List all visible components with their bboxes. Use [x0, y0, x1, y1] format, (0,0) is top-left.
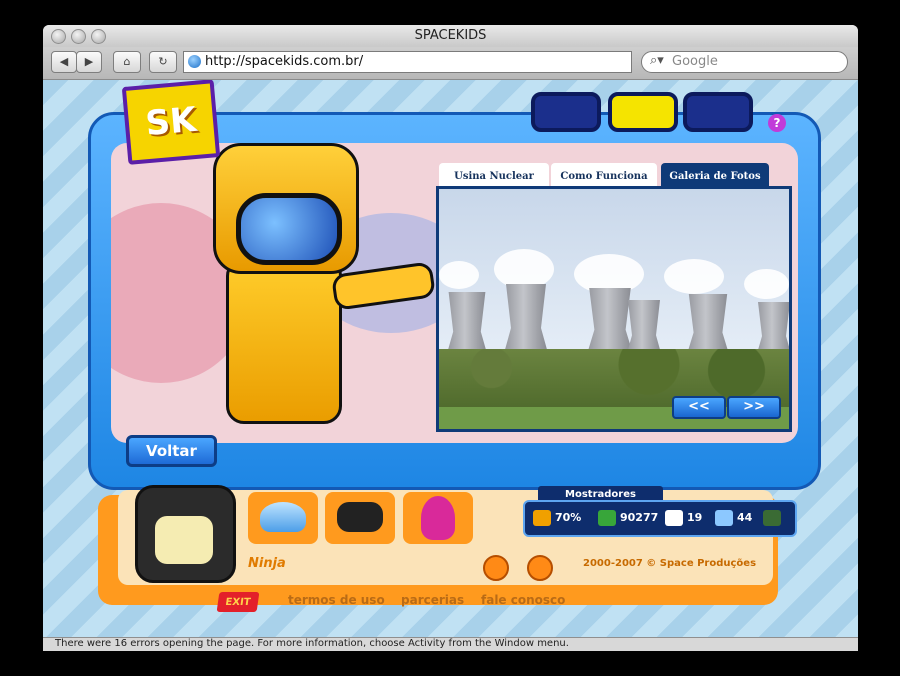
- briefcase-icon[interactable]: [483, 555, 509, 581]
- spacekids-logo[interactable]: SK: [121, 80, 221, 165]
- device-screen: Usina Nuclear Como Funciona Galeria de F…: [111, 143, 798, 443]
- tab-galeria-de-fotos[interactable]: Galeria de Fotos: [661, 163, 769, 187]
- energy-value: 70%: [555, 511, 582, 524]
- mail-icon: [665, 510, 683, 526]
- exit-button[interactable]: EXIT: [216, 592, 260, 612]
- item-slot[interactable]: [403, 492, 473, 544]
- window-title: SPACEKIDS: [414, 28, 487, 43]
- money-stat: 90277: [598, 508, 658, 528]
- energy-stat: 70%: [533, 508, 581, 528]
- browser-window: SPACEKIDS ◀ ▶ ⌂ ↻ http://spacekids.com.b…: [43, 25, 858, 651]
- avatar-face: [155, 516, 213, 564]
- energy-gauge-icon: [533, 510, 551, 526]
- avatar[interactable]: [135, 485, 236, 583]
- link-parcerias[interactable]: parcerias: [401, 593, 464, 607]
- item-slot[interactable]: [248, 492, 318, 544]
- home-icon: ⌂: [123, 55, 131, 68]
- copyright-text: 2000-2007 © Space Produções: [583, 558, 757, 569]
- link-fale-conosco[interactable]: fale conosco: [481, 593, 565, 607]
- main-device-frame: Usina Nuclear Como Funciona Galeria de F…: [88, 112, 821, 490]
- ship-item-icon: [337, 502, 383, 532]
- chat-value: 44: [737, 511, 753, 524]
- home-button[interactable]: ⌂: [113, 51, 141, 73]
- tab-usina-nuclear[interactable]: Usina Nuclear: [439, 163, 549, 187]
- chat-icon: [715, 510, 733, 526]
- money-value: 90277: [620, 511, 659, 524]
- next-photo-button[interactable]: >>: [727, 396, 781, 419]
- link-termos-de-uso[interactable]: termos de uso: [288, 593, 385, 607]
- photo-tabs: Usina Nuclear Como Funciona Galeria de F…: [439, 163, 769, 187]
- camera-icon[interactable]: [608, 92, 678, 132]
- money-icon: [598, 510, 616, 526]
- photo-gallery-image: << >>: [436, 186, 792, 432]
- address-text: http://spacekids.com.br/: [205, 54, 364, 69]
- robot-icon[interactable]: [527, 555, 553, 581]
- help-button[interactable]: ?: [768, 114, 786, 132]
- helmet-item-icon: [260, 502, 306, 532]
- search-field[interactable]: ⌕▾ Google: [641, 51, 848, 73]
- tab-como-funciona[interactable]: Como Funciona: [551, 163, 657, 187]
- screen-icon: [763, 510, 781, 526]
- mail-value: 19: [687, 511, 703, 524]
- search-icon: ⌕▾: [650, 53, 664, 68]
- penguin-item-icon: [421, 496, 455, 540]
- back-button[interactable]: ◀: [51, 51, 77, 73]
- status-bar: There were 16 errors opening the page. F…: [43, 637, 858, 651]
- forward-button[interactable]: ▶: [76, 51, 102, 73]
- browser-toolbar: ◀ ▶ ⌂ ↻ http://spacekids.com.br/ ⌕▾ Goog…: [43, 47, 858, 80]
- mail-stat[interactable]: 19: [665, 508, 702, 528]
- previous-photo-button[interactable]: <<: [672, 396, 726, 419]
- address-bar[interactable]: http://spacekids.com.br/: [183, 51, 632, 73]
- status-text: There were 16 errors opening the page. F…: [55, 638, 569, 649]
- robot-body: [226, 258, 342, 424]
- screen-icon[interactable]: [531, 92, 601, 132]
- character-name: Ninja: [248, 556, 286, 571]
- item-slot[interactable]: [325, 492, 395, 544]
- page-content: Usina Nuclear Como Funciona Galeria de F…: [43, 80, 858, 637]
- robot-visor: [236, 193, 342, 265]
- screen-icon[interactable]: [683, 92, 753, 132]
- reload-icon: ↻: [158, 55, 168, 68]
- globe-icon: [188, 55, 201, 68]
- search-placeholder: Google: [672, 54, 718, 69]
- screen-stat[interactable]: [763, 508, 785, 528]
- title-bar: SPACEKIDS: [43, 25, 858, 47]
- reload-button[interactable]: ↻: [149, 51, 177, 73]
- voltar-button[interactable]: Voltar: [126, 435, 217, 467]
- chat-stat[interactable]: 44: [715, 508, 752, 528]
